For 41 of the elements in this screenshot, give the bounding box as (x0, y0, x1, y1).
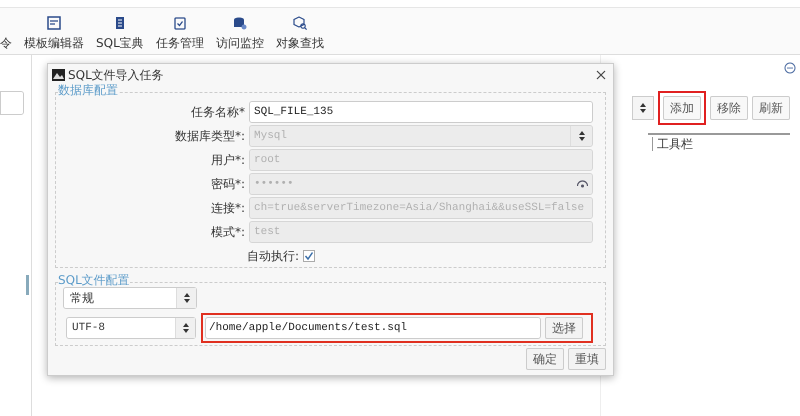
toolbar-button[interactable]: 任务管理 (156, 16, 204, 52)
select-field[interactable]: 常规 (63, 287, 197, 309)
window-icon (52, 69, 65, 81)
choose-button[interactable]: 选择 (545, 317, 583, 339)
window-title: SQL文件导入任务 (68, 67, 165, 84)
spinner-icon (578, 131, 584, 141)
cube-search-icon (292, 16, 307, 30)
section-legend: 数据库配置 (58, 83, 118, 97)
database-icon (232, 16, 247, 30)
select-field[interactable]: UTF-8 (66, 317, 196, 339)
spinner-icon (640, 103, 646, 113)
field-label: 连接*: (210, 200, 245, 217)
checkbox[interactable] (303, 250, 315, 262)
dialog-button[interactable]: 重填 (568, 348, 606, 370)
input-field[interactable]: /home/apple/Documents/test.sql (205, 317, 541, 339)
close-icon[interactable] (596, 70, 606, 80)
field-label: 数据库类型*: (174, 128, 245, 145)
toolbar-button[interactable]: SQL宝典 (96, 16, 144, 52)
toolbar-button[interactable]: 添加 (663, 96, 701, 120)
toolbar-button[interactable]: 刷新 (752, 96, 790, 120)
field-label: 模式*: (210, 224, 245, 241)
field-label: 自动执行: (246, 248, 299, 265)
spinner-icon (184, 293, 190, 303)
toolbar-button[interactable]: 模板编辑器 (24, 16, 84, 52)
spinner-icon (182, 323, 188, 333)
toolbar-button[interactable]: 令 (0, 34, 12, 52)
field-label: 密码*: (210, 176, 245, 193)
clipboard-icon (172, 16, 187, 30)
section-legend: SQL文件配置 (58, 273, 130, 287)
more-icon[interactable] (784, 62, 796, 74)
input-field[interactable] (0, 91, 24, 115)
template-icon (47, 16, 61, 30)
dialog-button[interactable]: 确定 (526, 348, 564, 370)
field-label: 用户*: (210, 152, 245, 169)
field-label: 任务名称* (191, 104, 245, 121)
select-field[interactable] (632, 96, 654, 120)
toolbar-button[interactable]: 移除 (710, 96, 748, 120)
column-header: 工具栏 (652, 137, 693, 151)
toolbar-button[interactable]: 访问监控 (216, 16, 264, 52)
input-field[interactable]: SQL_FILE_135 (249, 101, 593, 123)
toolbar-button[interactable]: 对象查找 (276, 16, 324, 52)
